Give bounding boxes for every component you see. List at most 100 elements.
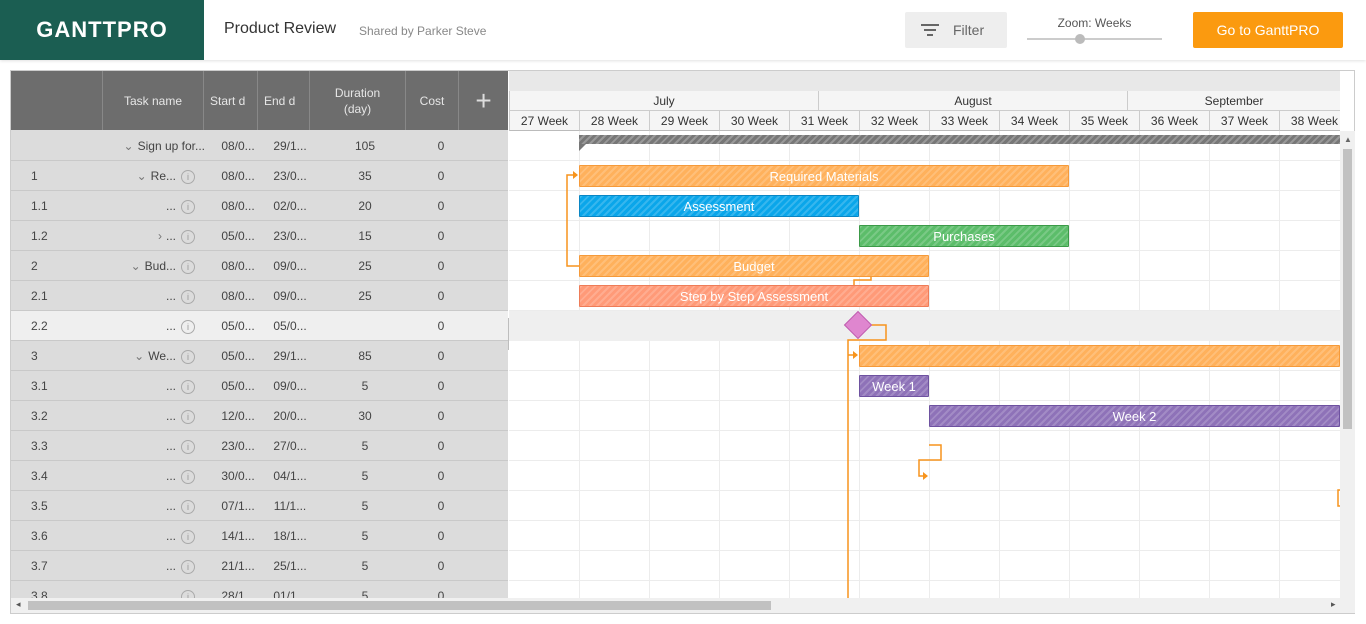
task-name[interactable]: ... (103, 191, 176, 221)
task-bar[interactable]: Week 1 (859, 375, 929, 397)
info-icon[interactable]: i (181, 200, 195, 214)
info-icon-cell[interactable]: i (181, 461, 197, 491)
collapse-chevron-icon[interactable]: ⌄ (124, 139, 134, 153)
start-date[interactable]: 05/0... (213, 221, 263, 251)
expand-chevron-icon[interactable]: › (158, 229, 162, 243)
duration[interactable]: 15 (317, 221, 413, 251)
end-date[interactable]: 02/0... (265, 191, 315, 221)
duration[interactable]: 35 (317, 161, 413, 191)
info-icon-cell[interactable]: i (181, 221, 197, 251)
info-icon-cell[interactable]: i (181, 161, 197, 191)
info-icon-cell[interactable]: i (181, 311, 197, 341)
task-bar[interactable]: Week 2 (929, 405, 1340, 427)
info-icon[interactable]: i (181, 530, 195, 544)
task-name[interactable]: ... (103, 431, 176, 461)
task-bar[interactable] (859, 345, 1340, 367)
collapse-chevron-icon[interactable]: ⌄ (134, 349, 144, 363)
task-name[interactable]: ... (103, 371, 176, 401)
end-date[interactable]: 09/0... (265, 251, 315, 281)
info-icon[interactable]: i (181, 500, 195, 514)
duration[interactable]: 5 (317, 581, 413, 598)
task-row[interactable]: 3 ⌄ We... i 05/0... 29/1... 85 0 (11, 341, 508, 371)
info-icon[interactable]: i (181, 290, 195, 304)
scroll-right-arrow[interactable]: ▸ (1331, 599, 1336, 610)
task-row[interactable]: 3.5... i 07/1... 11/1... 5 0 (11, 491, 508, 521)
duration[interactable]: 5 (317, 551, 413, 581)
end-date[interactable]: 04/1... (265, 461, 315, 491)
start-date[interactable]: 08/0... (213, 281, 263, 311)
cost[interactable]: 0 (414, 281, 468, 311)
duration[interactable]: 25 (317, 251, 413, 281)
end-date[interactable]: 09/0... (265, 281, 315, 311)
info-icon[interactable]: i (181, 350, 195, 364)
duration[interactable]: 5 (317, 431, 413, 461)
column-header-duration[interactable]: Duration (day) (310, 71, 406, 130)
cost[interactable]: 0 (414, 401, 468, 431)
filter-button[interactable]: Filter (905, 12, 1007, 48)
cost[interactable]: 0 (414, 431, 468, 461)
start-date[interactable]: 30/0... (213, 461, 263, 491)
cost[interactable]: 0 (414, 341, 468, 371)
cost[interactable]: 0 (414, 371, 468, 401)
info-icon-cell[interactable]: i (181, 551, 197, 581)
task-name[interactable]: ... (103, 461, 176, 491)
cost[interactable]: 0 (414, 521, 468, 551)
end-date[interactable]: 25/1... (265, 551, 315, 581)
start-date[interactable]: 23/0... (213, 431, 263, 461)
task-bar[interactable]: Budget (579, 255, 929, 277)
task-bar[interactable]: Required Materials (579, 165, 1069, 187)
info-icon-cell[interactable]: i (181, 341, 197, 371)
info-icon-cell[interactable]: i (181, 491, 197, 521)
task-row[interactable]: 2.1... i 08/0... 09/0... 25 0 (11, 281, 508, 311)
info-icon-cell[interactable]: i (181, 581, 197, 598)
column-header-cost[interactable]: Cost (406, 71, 459, 130)
task-row[interactable]: 3.2... i 12/0... 20/0... 30 0 (11, 401, 508, 431)
task-row[interactable]: 3.6... i 14/1... 18/1... 5 0 (11, 521, 508, 551)
task-bar[interactable]: Purchases (859, 225, 1069, 247)
go-to-ganttpro-button[interactable]: Go to GanttPRO (1193, 12, 1343, 48)
info-icon[interactable]: i (181, 320, 195, 334)
task-name[interactable]: ... (103, 581, 176, 598)
collapse-chevron-icon[interactable]: ⌄ (131, 259, 141, 273)
task-row[interactable]: 2 ⌄ Bud... i 08/0... 09/0... 25 0 (11, 251, 508, 281)
cost[interactable]: 0 (414, 131, 468, 161)
end-date[interactable]: 23/0... (265, 161, 315, 191)
cost[interactable]: 0 (414, 491, 468, 521)
task-row[interactable]: 1 ⌄ Re... i 08/0... 23/0... 35 0 (11, 161, 508, 191)
cost[interactable]: 0 (414, 311, 468, 341)
info-icon-cell[interactable]: i (181, 191, 197, 221)
info-icon[interactable]: i (181, 260, 195, 274)
task-name[interactable]: ... (103, 281, 176, 311)
start-date[interactable]: 28/1... (213, 581, 263, 598)
zoom-control[interactable]: Zoom: Weeks (1027, 16, 1162, 46)
end-date[interactable]: 05/0... (265, 311, 315, 341)
task-name[interactable]: ... (103, 311, 176, 341)
start-date[interactable]: 05/0... (213, 341, 263, 371)
add-column-button[interactable]: + (459, 71, 508, 130)
end-date[interactable]: 29/1... (265, 131, 315, 161)
task-name[interactable]: ... (103, 521, 176, 551)
start-date[interactable]: 21/1... (213, 551, 263, 581)
zoom-slider-handle[interactable] (1075, 34, 1085, 44)
task-row[interactable]: 3.4... i 30/0... 04/1... 5 0 (11, 461, 508, 491)
info-icon[interactable]: i (181, 590, 195, 598)
task-name[interactable]: ⌄ We... (103, 341, 176, 371)
end-date[interactable]: 27/0... (265, 431, 315, 461)
cost[interactable]: 0 (414, 251, 468, 281)
task-name[interactable]: ⌄ Sign up for... (103, 131, 205, 161)
start-date[interactable]: 12/0... (213, 401, 263, 431)
duration[interactable]: 5 (317, 521, 413, 551)
info-icon[interactable]: i (181, 380, 195, 394)
start-date[interactable]: 07/1... (213, 491, 263, 521)
task-name[interactable]: ... (103, 401, 176, 431)
task-row[interactable]: 2.2... i 05/0... 05/0... 0 (11, 311, 508, 341)
ganttpro-logo[interactable]: GANTTPRO (0, 0, 204, 60)
task-bar[interactable]: Assessment (579, 195, 859, 217)
info-icon-cell[interactable]: i (181, 521, 197, 551)
scroll-up-arrow[interactable]: ▲ (1344, 135, 1352, 144)
end-date[interactable]: 20/0... (265, 401, 315, 431)
info-icon[interactable]: i (181, 560, 195, 574)
cost[interactable]: 0 (414, 221, 468, 251)
info-icon[interactable]: i (181, 470, 195, 484)
start-date[interactable]: 08/0... (213, 191, 263, 221)
